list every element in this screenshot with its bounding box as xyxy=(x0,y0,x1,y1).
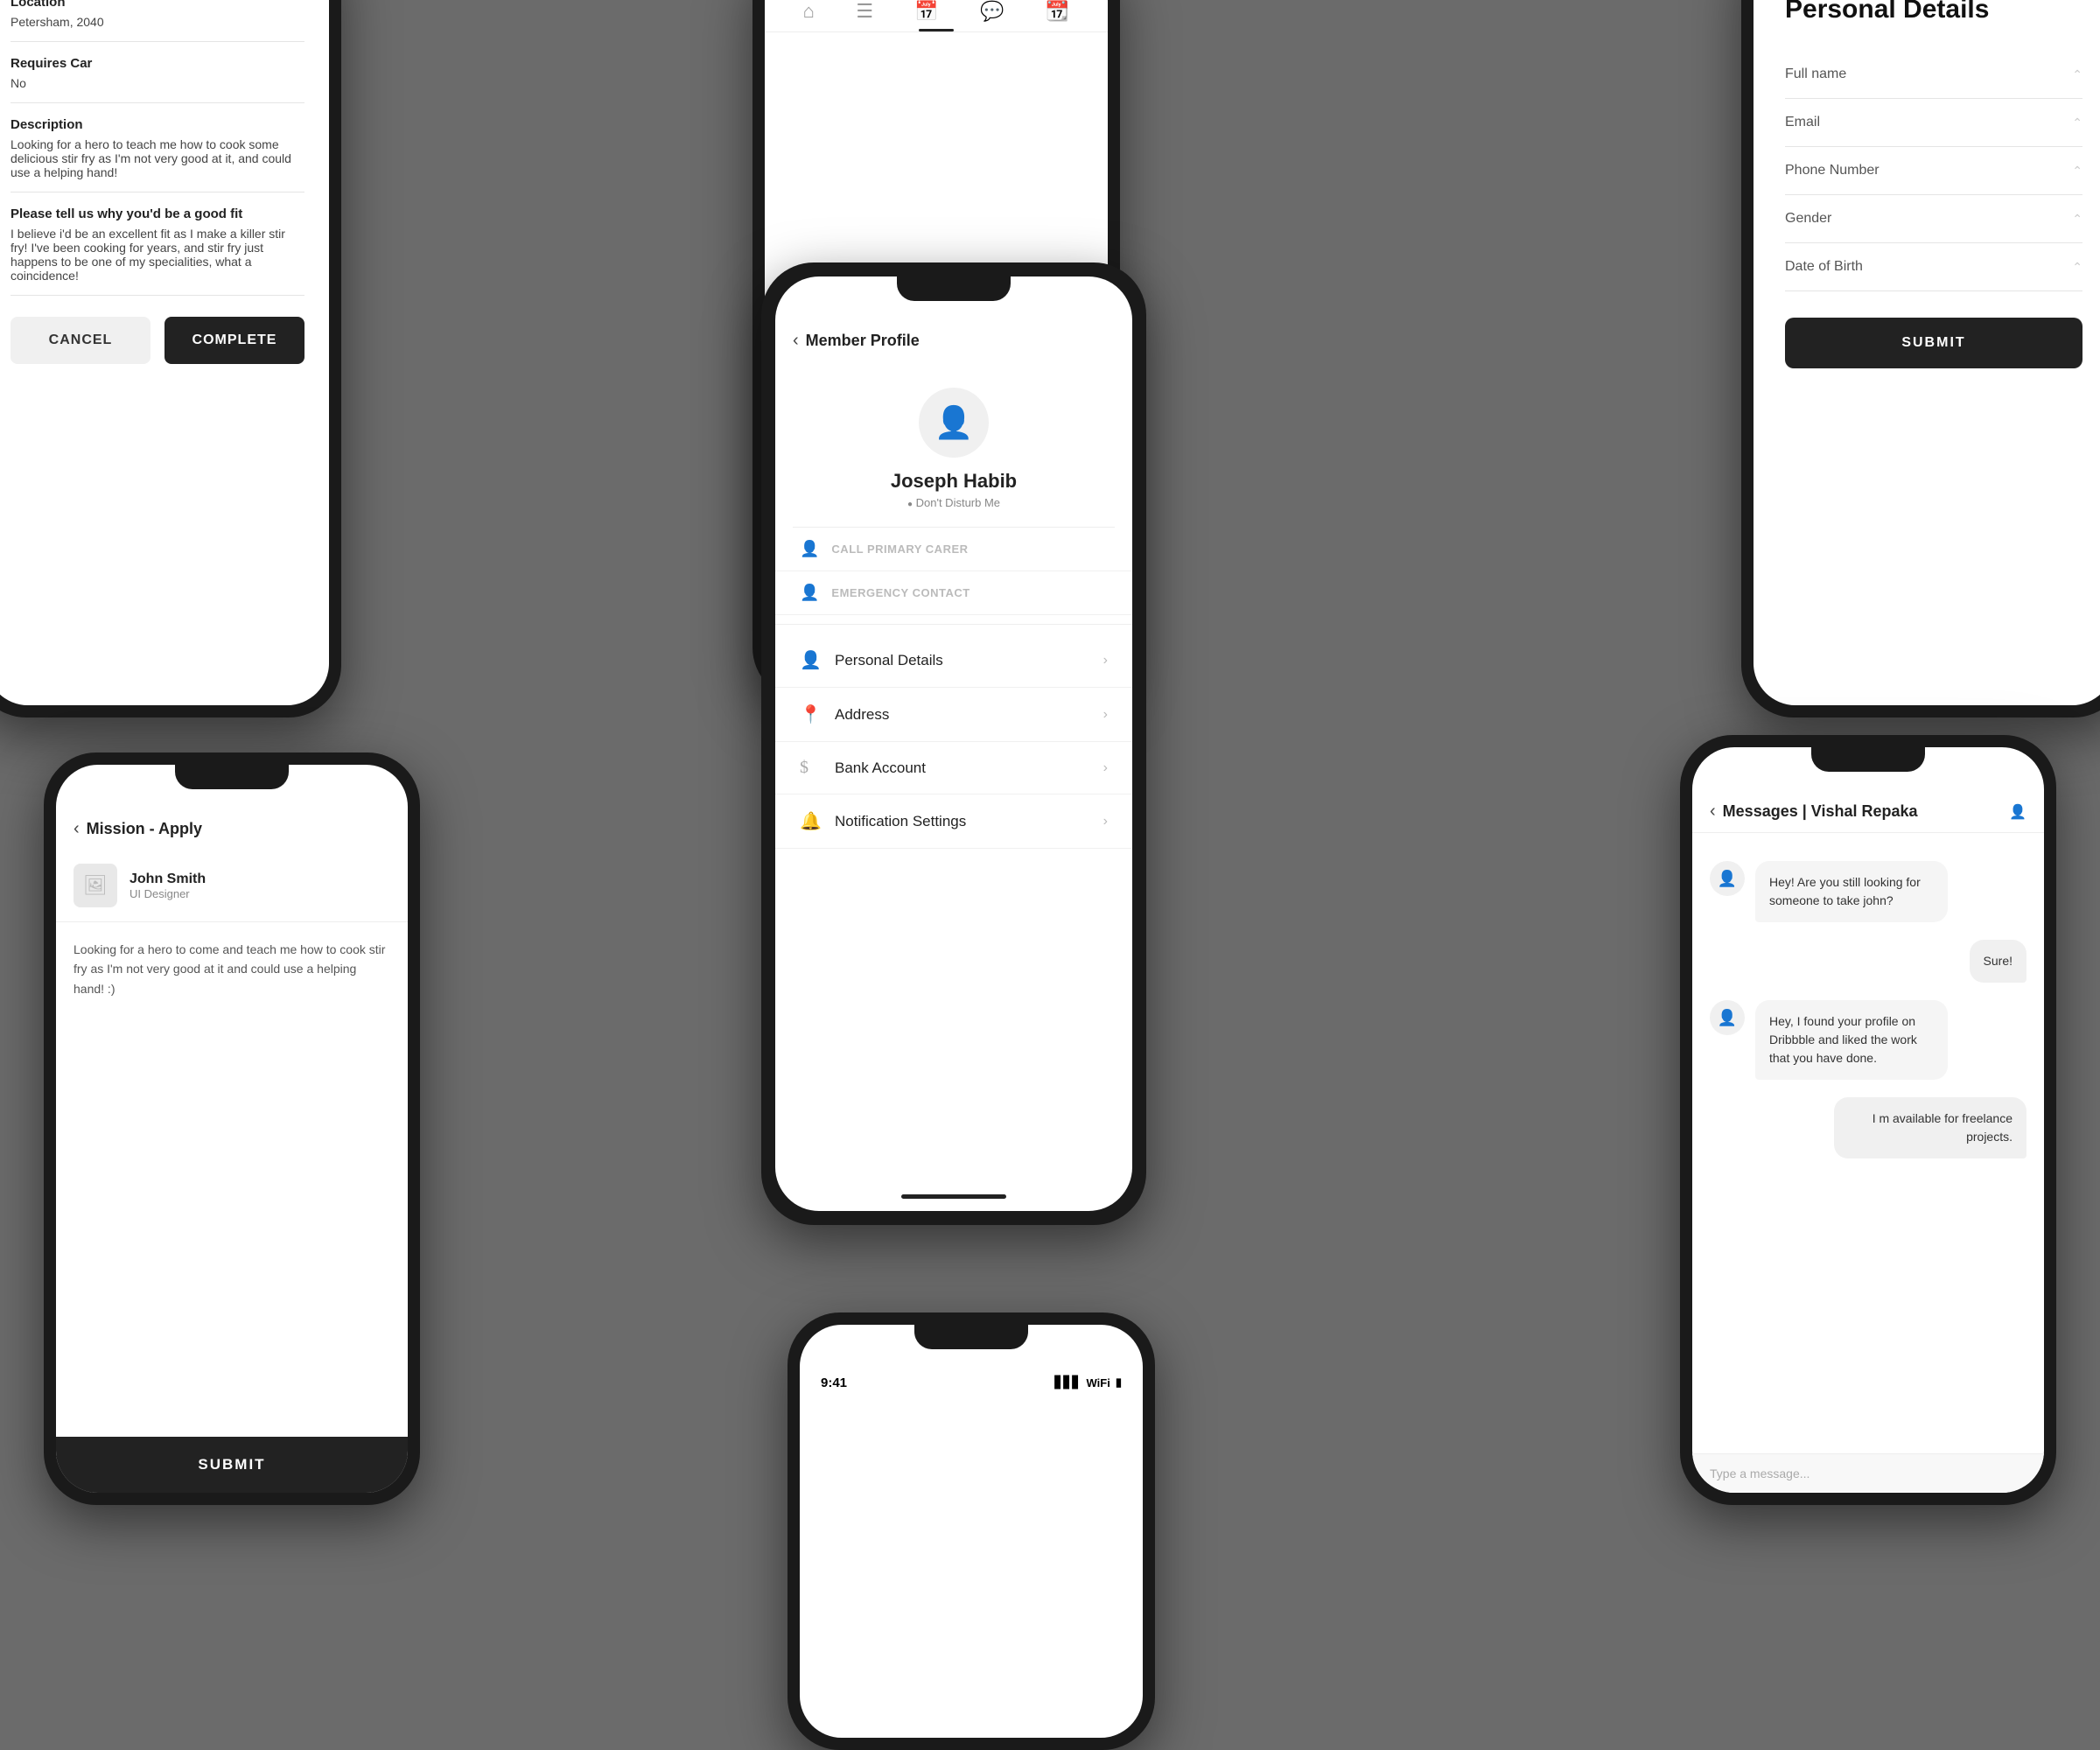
phone-bottom-partial: 9:41 ▋▋▋ WiFi ▮ xyxy=(788,1312,1155,1750)
nav-message-icon[interactable]: 💬 xyxy=(980,0,1004,23)
image-placeholder-icon: 🖼 xyxy=(83,874,108,897)
home-indicator xyxy=(901,1194,1006,1199)
form-field-email[interactable]: Email ⌃ xyxy=(1785,99,2082,147)
message-bubble: Hey, I found your profile on Dribbble an… xyxy=(1755,1000,1948,1080)
screen-title: Mission - Apply xyxy=(87,820,202,838)
message-received-1: 👤 Hey! Are you still looking for someone… xyxy=(1710,861,2026,922)
avatar: 👤 xyxy=(919,388,989,458)
chevron-icon: ⌃ xyxy=(2072,116,2082,130)
form-field-dob[interactable]: Date of Birth ⌃ xyxy=(1785,243,2082,291)
status-dot: ● xyxy=(907,500,913,509)
header-bar: ‹ Messages | Vishal Repaka 👤 xyxy=(1692,791,2044,832)
profile-status: ● Don't Disturb Me xyxy=(907,496,1000,509)
menu-notification-settings[interactable]: 🔔 Notification Settings › xyxy=(775,794,1132,849)
nav-active-indicator xyxy=(919,29,954,32)
screen-title: Messages | Vishal Repaka xyxy=(1723,802,1918,821)
submit-button[interactable]: SUBMIT xyxy=(56,1437,408,1493)
bottom-nav: ⌂ ☰ 📅 💬 📆 xyxy=(765,0,1108,32)
person-icon: 👤 xyxy=(934,404,974,441)
message-received-2: 👤 Hey, I found your profile on Dribbble … xyxy=(1710,1000,2026,1080)
person-icon: 👤 xyxy=(1718,1009,1737,1027)
phone-member-profile: ‹ Member Profile 👤 Joseph Habib ● Don't … xyxy=(761,262,1146,1225)
message-bubble: Hey! Are you still looking for someone t… xyxy=(1755,861,1948,922)
profile-section: 👤 Joseph Habib ● Don't Disturb Me xyxy=(775,361,1132,527)
nav-list-icon[interactable]: ☰ xyxy=(856,0,873,23)
chevron-icon: ⌃ xyxy=(2072,260,2082,275)
personal-details-title: Personal Details xyxy=(1785,0,2082,24)
quick-action-emergency[interactable]: 👤 EMERGENCY CONTACT xyxy=(775,571,1132,615)
nav-calendar-icon[interactable]: 📅 xyxy=(914,0,938,23)
chevron-icon: ⌃ xyxy=(2072,164,2082,178)
form-field-fullname[interactable]: Full name ⌃ xyxy=(1785,51,2082,99)
mission-description: Looking for a hero to come and teach me … xyxy=(56,922,408,1016)
location-icon: 📍 xyxy=(800,704,821,725)
screen-title: Member Profile xyxy=(806,332,920,350)
submit-button[interactable]: SUBMIT xyxy=(1785,318,2082,368)
form-field-phone[interactable]: Phone Number ⌃ xyxy=(1785,147,2082,195)
back-arrow-icon[interactable]: ‹ xyxy=(793,331,799,351)
person-icon: 👤 xyxy=(800,540,819,558)
status-bar: 9:41 ▋▋▋ WiFi ▮ xyxy=(800,1363,1143,1402)
user-role: UI Designer xyxy=(130,887,206,900)
wifi-icon: WiFi xyxy=(1087,1376,1110,1390)
signal-icon: ▋▋▋ xyxy=(1055,1376,1082,1390)
dollar-icon: $ xyxy=(800,758,821,778)
menu-address[interactable]: 📍 Address › xyxy=(775,688,1132,742)
nav-home-icon[interactable]: ⌂ xyxy=(803,0,815,23)
avatar: 👤 xyxy=(1710,861,1745,896)
battery-icon: ▮ xyxy=(1116,1376,1122,1390)
chevron-icon: ⌃ xyxy=(2072,67,2082,82)
chevron-right-icon: › xyxy=(1103,760,1108,776)
chevron-right-icon: › xyxy=(1103,814,1108,830)
quick-action-primary-carer[interactable]: 👤 CALL PRIMARY CARER xyxy=(775,528,1132,571)
back-arrow-icon[interactable]: ‹ xyxy=(74,819,80,839)
cancel-button[interactable]: CANCEL xyxy=(10,317,150,364)
message-bubble: Sure! xyxy=(1970,940,2026,983)
divider xyxy=(1692,832,2044,833)
messages-list: 👤 Hey! Are you still looking for someone… xyxy=(1692,847,2044,1172)
person-icon: 👤 xyxy=(800,584,819,602)
phone-mission-apply: ‹ Mission - Apply 🖼 John Smith UI Design… xyxy=(44,752,420,1505)
person-icon: 👤 xyxy=(800,649,821,671)
avatar: 👤 xyxy=(1710,1000,1745,1035)
message-input-bar[interactable]: Type a message... xyxy=(1692,1453,2044,1493)
person-icon[interactable]: 👤 xyxy=(2009,803,2026,821)
menu-bank-account[interactable]: $ Bank Account › xyxy=(775,742,1132,794)
field-location: Location Petersham, 2040 xyxy=(10,0,304,42)
complete-button[interactable]: COMPLETE xyxy=(164,317,304,364)
nav-schedule-icon[interactable]: 📆 xyxy=(1046,0,1069,23)
phone-application-complete: Location Petersham, 2040 Requires Car No… xyxy=(0,0,341,718)
status-text: Don't Disturb Me xyxy=(916,496,1000,509)
field-good-fit: Please tell us why you'd be a good fit I… xyxy=(10,206,304,296)
chevron-right-icon: › xyxy=(1103,707,1108,723)
header-bar: ‹ Mission - Apply xyxy=(56,808,408,850)
bell-icon: 🔔 xyxy=(800,810,821,832)
form-field-gender[interactable]: Gender ⌃ xyxy=(1785,195,2082,243)
header-bar: ‹ Member Profile xyxy=(775,320,1132,361)
menu-personal-details[interactable]: 👤 Personal Details › xyxy=(775,634,1132,688)
profile-name: Joseph Habib xyxy=(891,470,1017,493)
message-sent-2: I m available for freelance projects. xyxy=(1710,1097,2026,1158)
back-arrow-icon[interactable]: ‹ xyxy=(1710,802,1716,822)
phone-messages: ‹ Messages | Vishal Repaka 👤 👤 Hey! Are … xyxy=(1680,735,2056,1505)
chevron-right-icon: › xyxy=(1103,653,1108,668)
time: 9:41 xyxy=(821,1376,847,1390)
field-requires-car: Requires Car No xyxy=(10,56,304,103)
field-description: Description Looking for a hero to teach … xyxy=(10,117,304,192)
phone-personal-details: Personal Details Full name ⌃ Email ⌃ Pho… xyxy=(1741,0,2100,718)
status-icons: ▋▋▋ WiFi ▮ xyxy=(1055,1376,1122,1390)
chevron-icon: ⌃ xyxy=(2072,212,2082,227)
divider xyxy=(775,624,1132,625)
person-icon: 👤 xyxy=(1718,870,1737,888)
message-sent-1: Sure! xyxy=(1710,940,2026,983)
message-bubble: I m available for freelance projects. xyxy=(1834,1097,2026,1158)
user-name: John Smith xyxy=(130,872,206,887)
user-avatar: 🖼 xyxy=(74,864,117,907)
user-card: 🖼 John Smith UI Designer xyxy=(56,850,408,922)
